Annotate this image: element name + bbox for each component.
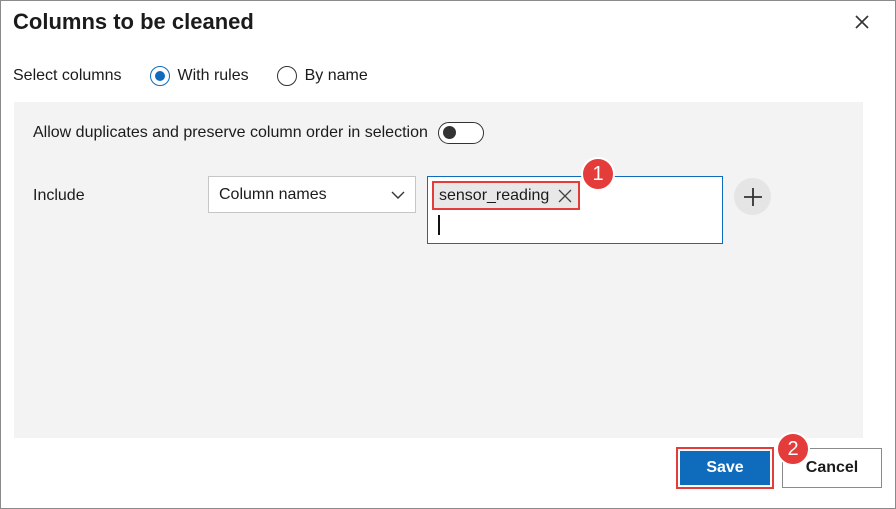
- save-button-highlight: Save: [676, 447, 774, 489]
- dropdown-value: Column names: [219, 185, 327, 203]
- annotation-badge-2: 2: [776, 432, 810, 466]
- duplicates-toggle[interactable]: [437, 122, 484, 144]
- duplicates-row: Allow duplicates and preserve column ord…: [33, 122, 484, 144]
- include-label: Include: [33, 187, 85, 204]
- column-names-input[interactable]: sensor_reading: [427, 176, 723, 244]
- select-columns-row: Select columns With rules By name: [13, 63, 396, 89]
- annotation-badge-1: 1: [581, 157, 615, 191]
- column-tag: sensor_reading: [432, 181, 580, 210]
- text-caret: [438, 215, 440, 235]
- close-icon: [855, 15, 869, 29]
- duplicates-label: Allow duplicates and preserve column ord…: [33, 124, 428, 141]
- save-button[interactable]: Save: [680, 451, 770, 485]
- column-type-dropdown[interactable]: Column names: [208, 176, 416, 213]
- close-button[interactable]: [849, 9, 875, 35]
- dialog-title: Columns to be cleaned: [13, 9, 254, 34]
- columns-dialog: Columns to be cleaned Select columns Wit…: [0, 0, 896, 509]
- select-columns-label: Select columns: [13, 67, 122, 84]
- radio-by-name-label: By name: [304, 67, 368, 84]
- column-tag-label: sensor_reading: [439, 186, 550, 204]
- radio-by-name-circle[interactable]: [276, 66, 297, 86]
- add-rule-button[interactable]: [734, 178, 771, 215]
- rules-panel: Allow duplicates and preserve column ord…: [14, 102, 863, 438]
- tag-remove-icon[interactable]: [558, 189, 572, 203]
- radio-with-rules[interactable]: With rules: [149, 66, 249, 86]
- radio-by-name[interactable]: By name: [276, 66, 368, 86]
- chevron-down-icon: [391, 191, 405, 199]
- radio-with-rules-circle[interactable]: [149, 66, 170, 86]
- radio-with-rules-label: With rules: [177, 67, 249, 84]
- plus-icon: [743, 187, 762, 206]
